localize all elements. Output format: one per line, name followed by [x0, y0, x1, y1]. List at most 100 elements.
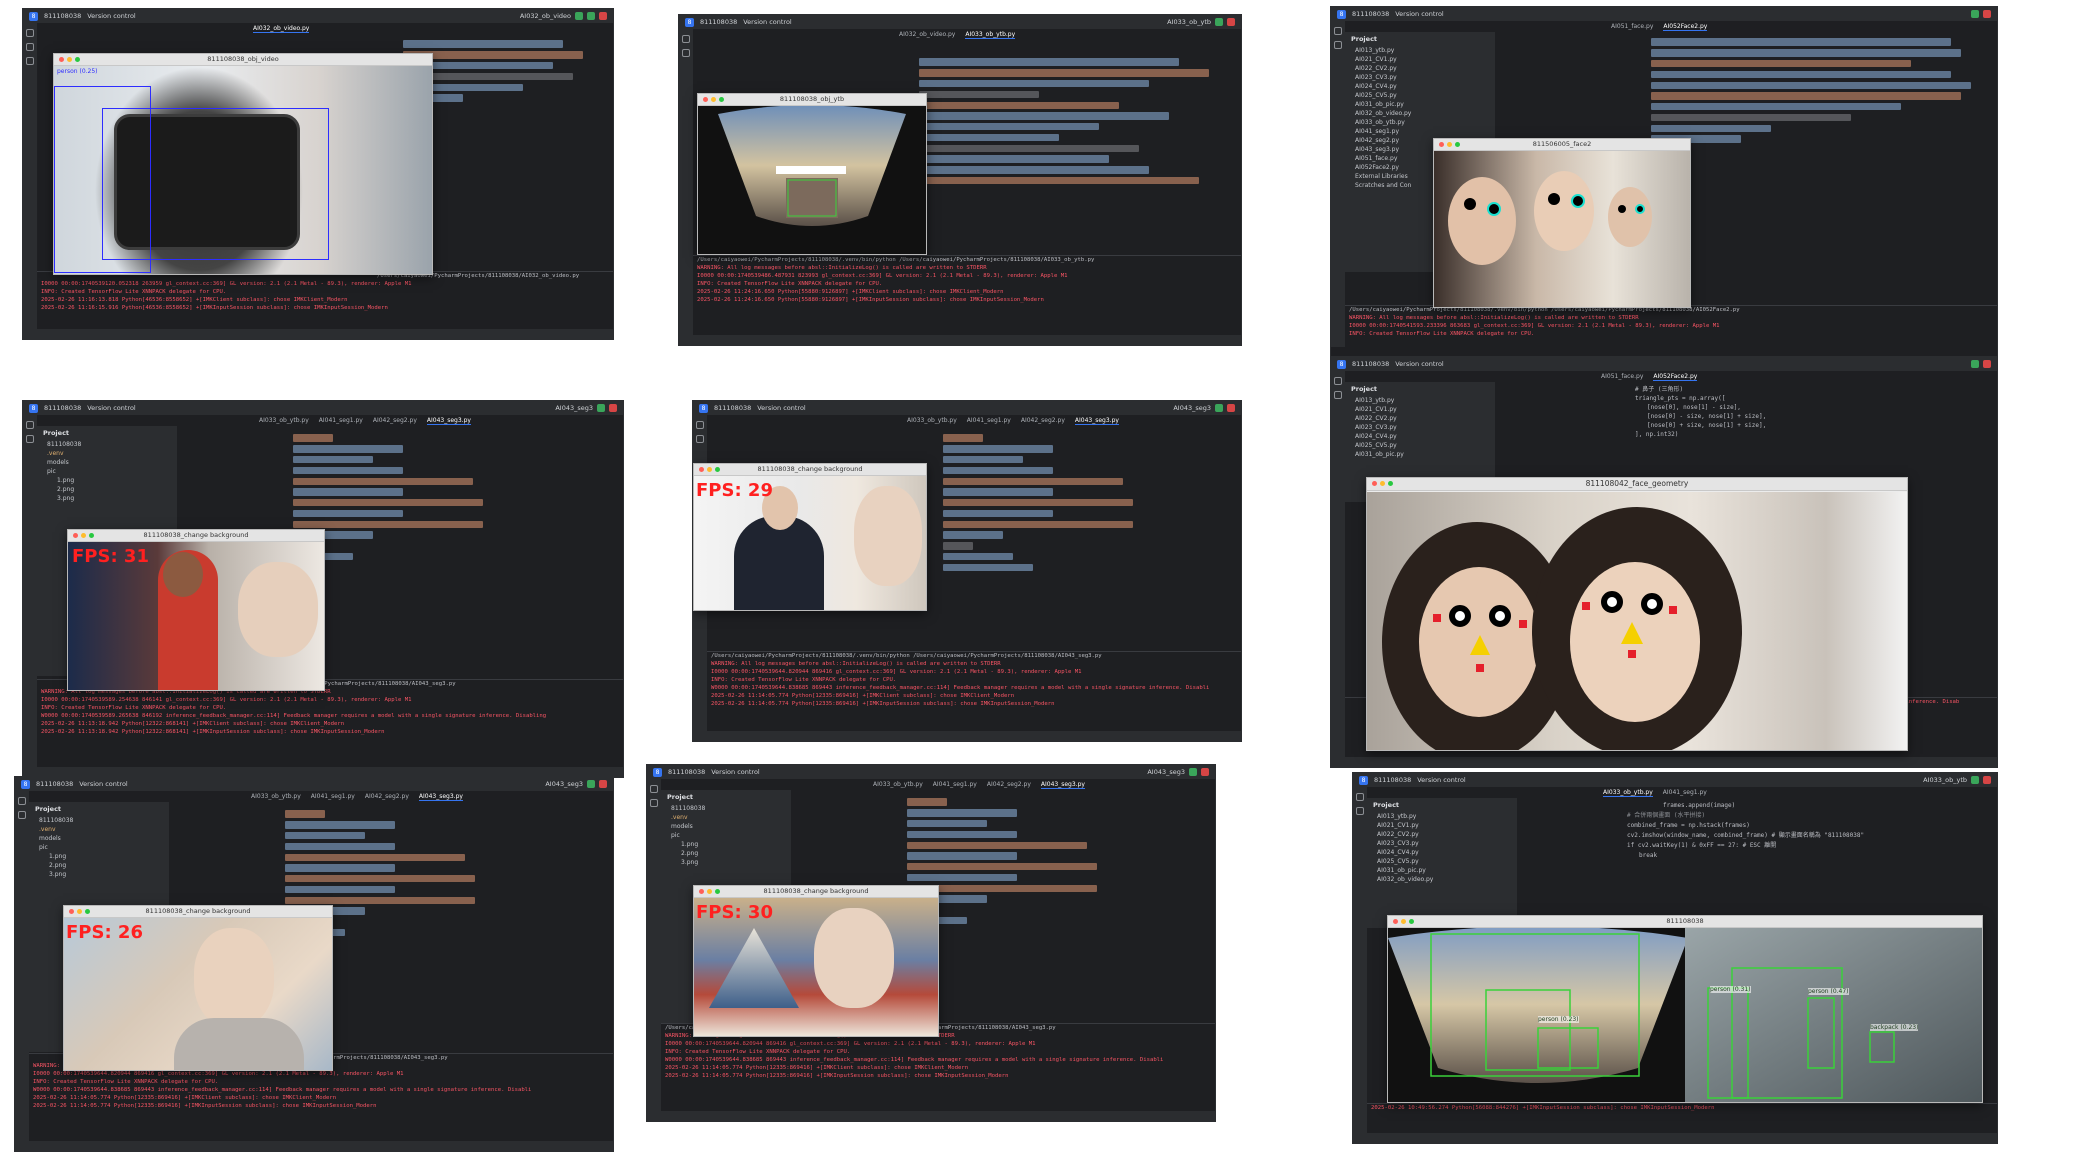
file-item[interactable]: 1.png [661, 840, 791, 849]
file-item[interactable]: 2.png [29, 861, 169, 870]
cv-window[interactable]: 811108042_face_geometry [1366, 477, 1908, 751]
more-icon[interactable] [682, 49, 690, 57]
cv-window[interactable]: 811108038_change background FPS: 30 [693, 885, 939, 1037]
vcs-menu[interactable]: Version control [1395, 360, 1444, 368]
run-icon[interactable] [1971, 10, 1979, 18]
cv-window[interactable]: 811108038_obj_video person (0.25) [53, 53, 433, 275]
project-name[interactable]: 811108038 [36, 780, 73, 788]
tab-file[interactable]: AI042_seg2.py [987, 781, 1031, 788]
folder-item[interactable]: .venv [661, 813, 791, 822]
file-item[interactable]: AI031_ob_pic.py [1345, 450, 1495, 459]
tab-file[interactable]: AI032_ob_video.py [899, 31, 955, 38]
run-config[interactable]: AI033_ob_ytb [1923, 776, 1967, 784]
run-config[interactable]: AI043_seg3 [1173, 404, 1211, 412]
file-item[interactable]: 2.png [37, 485, 177, 494]
cv-window[interactable]: 811108038 person (0.23) person (0.31) pe… [1387, 915, 1983, 1103]
tab-file[interactable]: AI043_seg3.py [426, 417, 471, 425]
project-name[interactable]: 811108038 [44, 404, 81, 412]
file-item[interactable]: AI021_CV1.py [1345, 55, 1495, 64]
folder-item[interactable]: pic [37, 467, 177, 476]
folder-icon[interactable] [1334, 27, 1342, 35]
more-icon[interactable] [650, 799, 658, 807]
tab-file[interactable]: AI051_face.py [1611, 23, 1653, 30]
file-item[interactable]: AI022_CV2.py [1367, 830, 1517, 839]
folder-item[interactable]: pic [661, 831, 791, 840]
file-item[interactable]: AI024_CV4.py [1367, 848, 1517, 857]
tab-file[interactable]: AI041_seg1.py [311, 793, 355, 800]
folder-icon[interactable] [1356, 793, 1364, 801]
stop-icon[interactable] [609, 404, 617, 412]
folder-item[interactable]: 811108038 [37, 440, 177, 449]
more-icon[interactable] [696, 435, 704, 443]
project-name[interactable]: 811108038 [700, 18, 737, 26]
run-icon[interactable] [597, 404, 605, 412]
tab-file[interactable]: AI033_ob_ytb.py [965, 31, 1016, 39]
tab-file[interactable]: AI042_seg2.py [1021, 417, 1065, 424]
vcs-menu[interactable]: Version control [87, 12, 136, 20]
code-editor[interactable] [919, 55, 1229, 188]
stop-icon[interactable] [1201, 768, 1209, 776]
stop-icon[interactable] [1227, 404, 1235, 412]
file-item[interactable]: AI024_CV4.py [1345, 432, 1495, 441]
run-icon[interactable] [1189, 768, 1197, 776]
file-item[interactable]: AI023_CV3.py [1367, 839, 1517, 848]
run-icon[interactable] [1215, 18, 1223, 26]
code-editor[interactable] [943, 431, 1143, 575]
tab-file[interactable]: AI043_seg3.py [418, 793, 463, 801]
tab-file[interactable]: AI041_seg1.py [967, 417, 1011, 424]
debug-icon[interactable] [587, 12, 595, 20]
tab-file[interactable]: AI033_ob_ytb.py [1603, 789, 1653, 797]
file-item[interactable]: 3.png [661, 858, 791, 867]
folder-item[interactable]: models [29, 834, 169, 843]
tab-file[interactable]: AI052Face2.py [1653, 373, 1698, 381]
tab-file[interactable]: AI032_ob_video.py [253, 25, 310, 33]
code-editor[interactable] [403, 37, 603, 105]
tab-file[interactable]: AI033_ob_ytb.py [873, 781, 923, 788]
file-item[interactable]: AI023_CV3.py [1345, 73, 1495, 82]
more-icon[interactable] [1334, 391, 1342, 399]
vcs-menu[interactable]: Version control [757, 404, 806, 412]
run-config[interactable]: AI043_seg3 [1147, 768, 1185, 776]
file-item[interactable]: AI013_ytb.py [1345, 396, 1495, 405]
tab-file[interactable]: AI043_seg3.py [1074, 417, 1119, 425]
vcs-menu[interactable]: Version control [1417, 776, 1466, 784]
file-item[interactable]: 1.png [37, 476, 177, 485]
file-item[interactable]: 3.png [37, 494, 177, 503]
file-item[interactable]: AI031_ob_pic.py [1367, 866, 1517, 875]
folder-item[interactable]: 811108038 [29, 816, 169, 825]
folder-icon[interactable] [18, 797, 26, 805]
run-icon[interactable] [587, 780, 595, 788]
more-icon[interactable] [26, 435, 34, 443]
cv-window[interactable]: 811108038_obj_ytb [697, 93, 927, 255]
code-editor[interactable]: frames.append(image) # 合併兩個畫面 (水平拼接) com… [1623, 801, 1983, 861]
vcs-menu[interactable]: Version control [87, 404, 136, 412]
run-icon[interactable] [575, 12, 583, 20]
file-item[interactable]: AI021_CV1.py [1367, 821, 1517, 830]
stop-icon[interactable] [1983, 776, 1991, 784]
run-config[interactable]: AI033_ob_ytb [1167, 18, 1211, 26]
vcs-menu[interactable]: Version control [711, 768, 760, 776]
cv-window[interactable]: 811506005_face2 [1433, 138, 1691, 308]
run-icon[interactable] [1215, 404, 1223, 412]
folder-icon[interactable] [682, 35, 690, 43]
vcs-menu[interactable]: Version control [1395, 10, 1444, 18]
run-icon[interactable] [1971, 776, 1979, 784]
code-editor[interactable]: # 鼻子 (三角形) triangle_pts = np.array([ [no… [1631, 385, 1991, 439]
project-name[interactable]: 811108038 [714, 404, 751, 412]
file-item[interactable]: 1.png [29, 852, 169, 861]
tab-file[interactable]: AI041_seg1.py [933, 781, 977, 788]
tab-file[interactable]: AI041_seg1.py [319, 417, 363, 424]
folder-icon[interactable] [1334, 377, 1342, 385]
run-config[interactable]: AI032_ob_video [520, 12, 571, 20]
cv-window[interactable]: 811108038_change background FPS: 29 [693, 463, 927, 611]
run-config[interactable]: AI043_seg3 [545, 780, 583, 788]
tab-file[interactable]: AI051_face.py [1601, 373, 1643, 380]
file-item[interactable]: 3.png [29, 870, 169, 879]
file-item[interactable]: AI023_CV3.py [1345, 423, 1495, 432]
file-item[interactable]: AI032_ob_video.py [1345, 109, 1495, 118]
more-icon[interactable] [1356, 807, 1364, 815]
folder-item[interactable]: .venv [37, 449, 177, 458]
tab-file[interactable]: AI043_seg3.py [1040, 781, 1085, 789]
file-item[interactable]: AI013_ytb.py [1345, 46, 1495, 55]
project-name[interactable]: 811108038 [1374, 776, 1411, 784]
